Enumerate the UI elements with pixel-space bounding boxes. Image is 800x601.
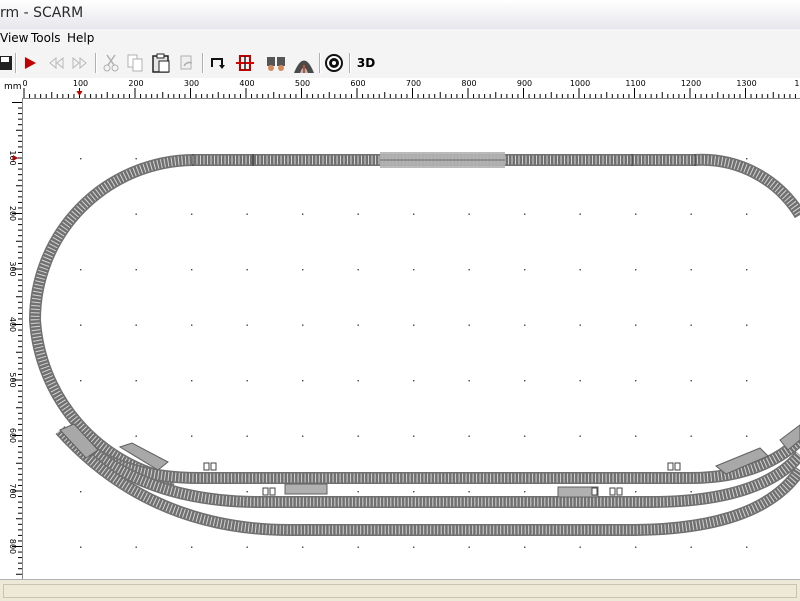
menu-view[interactable]: View: [0, 31, 28, 45]
train-button[interactable]: [265, 52, 287, 74]
ruler-label: 100: [73, 79, 88, 88]
hand-document-icon: [180, 55, 193, 70]
ruler-label: 400: [239, 79, 254, 88]
ruler-label: 700: [8, 483, 17, 498]
tunnel-button[interactable]: [293, 52, 315, 74]
status-bar: [0, 579, 800, 601]
fast-forward-icon: [72, 56, 87, 70]
ruler-label: 0: [22, 79, 27, 88]
cursor-marker-x: [76, 91, 83, 96]
rotate-button[interactable]: [206, 52, 228, 74]
ruler-label: 1000: [570, 79, 590, 88]
turntable-icon: [325, 54, 343, 72]
ruler-corner: mm: [0, 78, 23, 99]
menu-tools[interactable]: Tools: [31, 31, 61, 45]
station-track-1[interactable]: [60, 425, 800, 484]
ruler-label: 1300: [736, 79, 756, 88]
track-split-icon: [236, 55, 254, 71]
clipboard-icon: [152, 53, 170, 73]
ruler-label: 140: [794, 79, 800, 88]
save-icon: [0, 56, 12, 70]
turntable-button[interactable]: [323, 52, 345, 74]
horizontal-ruler[interactable]: 0 100 200 300 400 500 600 700 800 900 1000 1100 1200…: [22, 78, 800, 99]
track-tool-button[interactable]: [234, 52, 256, 74]
menu-bar: View Tools Help: [0, 29, 800, 49]
status-panel: [3, 584, 797, 598]
unit-label: mm: [4, 82, 22, 92]
tunnel-icon: [294, 60, 314, 73]
layout-canvas[interactable]: [23, 99, 800, 579]
ruler-label: 800: [461, 79, 476, 88]
ruler-label: 600: [8, 428, 17, 443]
outer-loop-track[interactable]: [28, 152, 800, 486]
toolbar-separator: [95, 53, 97, 73]
horizontal-ruler-scale: 0 100 200 300 400 500 600 700 800 900 1000 1100 1200…: [22, 79, 800, 98]
copy-icon: [127, 54, 143, 72]
ruler-label: 200: [128, 79, 143, 88]
toolbar-separator: [319, 53, 321, 73]
toolbar-separator: [202, 53, 204, 73]
toolbar-separator: [15, 53, 17, 73]
scissors-icon: [103, 54, 119, 72]
ruler-label: 200: [8, 206, 17, 221]
properties-button[interactable]: [176, 52, 198, 74]
step-back-button[interactable]: [45, 52, 67, 74]
ruler-label: 300: [8, 261, 17, 276]
cut-button[interactable]: [100, 52, 122, 74]
track-layout-drawing[interactable]: [23, 99, 800, 579]
ruler-label: 700: [406, 79, 421, 88]
vertical-ruler[interactable]: 100 200 300 400 500 600 700 800: [0, 98, 23, 579]
ruler-label: 300: [184, 79, 199, 88]
title-bar: rm - SCARM: [0, 0, 800, 30]
ruler-label: 1100: [625, 79, 645, 88]
rotate-icon: [211, 58, 225, 69]
ruler-label: 600: [350, 79, 365, 88]
copy-button[interactable]: [124, 52, 146, 74]
ruler-label: 500: [295, 79, 310, 88]
paste-button[interactable]: [150, 52, 172, 74]
ruler-label: 1200: [681, 79, 701, 88]
menu-help[interactable]: Help: [67, 31, 94, 45]
toolbar: 3D: [0, 49, 800, 79]
locomotive-icon: [267, 57, 285, 71]
ruler-label: 900: [517, 79, 532, 88]
toolbar-separator: [349, 53, 351, 73]
ruler-label: 400: [8, 317, 17, 332]
window-title: rm - SCARM: [0, 5, 84, 21]
ruler-label: 800: [8, 539, 17, 554]
rewind-icon: [49, 56, 64, 70]
view-3d-button[interactable]: 3D: [354, 52, 378, 74]
ruler-label: 500: [8, 372, 17, 387]
step-forward-button[interactable]: [69, 52, 91, 74]
platform-marker[interactable]: [284, 483, 599, 498]
play-icon: [25, 57, 36, 69]
play-button[interactable]: [19, 52, 41, 74]
vertical-ruler-scale: 100200300400500600700800: [8, 102, 22, 575]
save-button[interactable]: [0, 52, 16, 74]
